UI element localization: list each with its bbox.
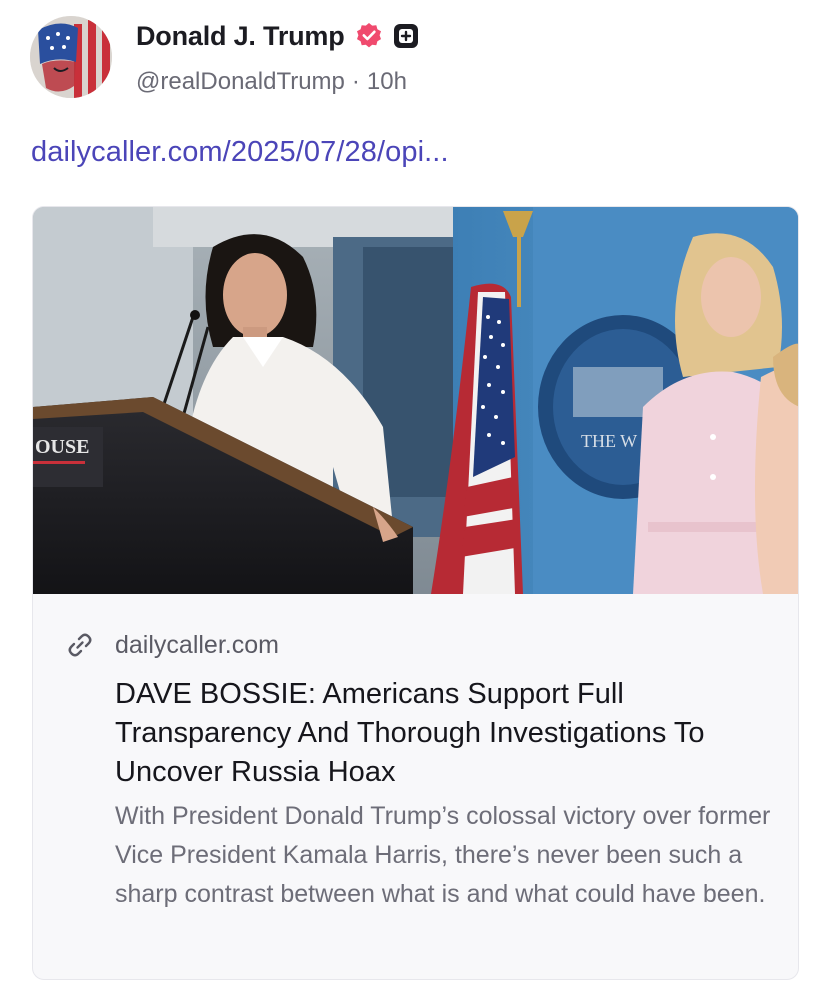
- handle-row: @realDonaldTrump · 10h: [136, 64, 407, 100]
- post-link[interactable]: dailycaller.com/2025/07/28/opi...: [31, 136, 449, 169]
- card-headline[interactable]: DAVE BOSSIE: Americans Support Full Tran…: [115, 675, 775, 792]
- verified-badge-icon: [355, 22, 383, 50]
- card-domain-row: dailycaller.com: [65, 627, 279, 663]
- author-display-name[interactable]: Donald J. Trump: [136, 21, 345, 52]
- plus-square-icon: [393, 23, 419, 49]
- card-domain: dailycaller.com: [115, 630, 279, 659]
- press-briefing-photo[interactable]: THE W OUSE: [33, 207, 798, 594]
- card-description: With President Donald Trump’s colossal v…: [115, 802, 771, 908]
- podium-text: OUSE: [35, 436, 89, 458]
- press-briefing-photo-image: THE W OUSE: [33, 207, 798, 594]
- author-handle[interactable]: @realDonaldTrump: [136, 68, 345, 96]
- link-preview-card[interactable]: THE W OUSE dailycaller.com DAVE BOSSIE: …: [32, 206, 799, 980]
- separator-dot: ·: [351, 68, 360, 95]
- post: Donald J. Trump @realDonaldTrump · 10h d…: [0, 0, 831, 1000]
- flag-face-avatar-icon: [30, 16, 112, 98]
- author-row: Donald J. Trump: [136, 18, 419, 54]
- seal-text: THE W: [581, 431, 637, 451]
- avatar[interactable]: [30, 16, 112, 98]
- post-time[interactable]: 10h: [367, 68, 407, 96]
- link-icon: [65, 630, 95, 660]
